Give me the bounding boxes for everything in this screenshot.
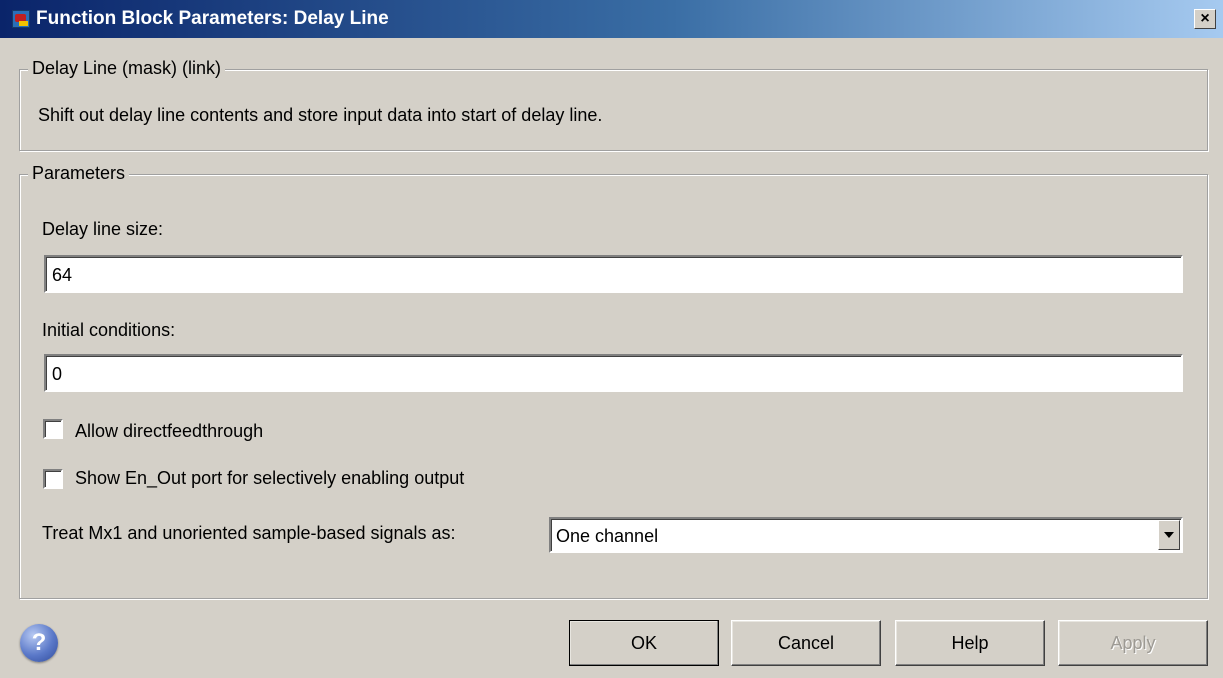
simulink-block-icon (12, 10, 30, 28)
show-en-out-label[interactable]: Show En_Out port for selectively enablin… (75, 468, 464, 489)
initial-conditions-label: Initial conditions: (42, 320, 176, 340)
show-en-out-checkbox[interactable] (43, 469, 63, 489)
allow-directfeedthrough-label[interactable]: Allow directfeedthrough (75, 421, 263, 442)
close-button[interactable]: × (1194, 9, 1216, 29)
allow-directfeedthrough-checkbox[interactable] (43, 419, 63, 439)
block-group-legend: Delay Line (mask) (link) (28, 58, 226, 79)
help-icon-glyph: ? (31, 629, 47, 656)
help-button[interactable]: Help (895, 620, 1045, 666)
delay-line-size-value: 64 (52, 265, 73, 285)
cancel-button[interactable]: Cancel (731, 620, 881, 666)
chevron-down-icon[interactable] (1158, 520, 1180, 550)
window-title: Function Block Parameters: Delay Line (36, 8, 389, 29)
delay-line-size-label: Delay line size: (42, 219, 164, 239)
treat-signals-dropdown[interactable]: One channel (549, 517, 1183, 553)
delay-line-size-input[interactable]: 64 (44, 255, 1183, 293)
initial-conditions-input[interactable]: 0 (44, 354, 1183, 392)
treat-signals-selected: One channel (556, 526, 659, 546)
ok-button[interactable]: OK (569, 620, 719, 666)
apply-button[interactable]: Apply (1058, 620, 1208, 666)
close-icon: × (1200, 10, 1210, 27)
question-icon[interactable]: ? (20, 624, 58, 662)
treat-signals-label: Treat Mx1 and unoriented sample-based si… (42, 523, 456, 543)
initial-conditions-value: 0 (52, 364, 63, 384)
title-bar[interactable]: Function Block Parameters: Delay Line × (0, 0, 1223, 38)
dialog-window: Function Block Parameters: Delay Line × … (0, 0, 1223, 678)
block-description: Shift out delay line contents and store … (38, 105, 603, 125)
parameters-group-legend: Parameters (28, 163, 130, 184)
